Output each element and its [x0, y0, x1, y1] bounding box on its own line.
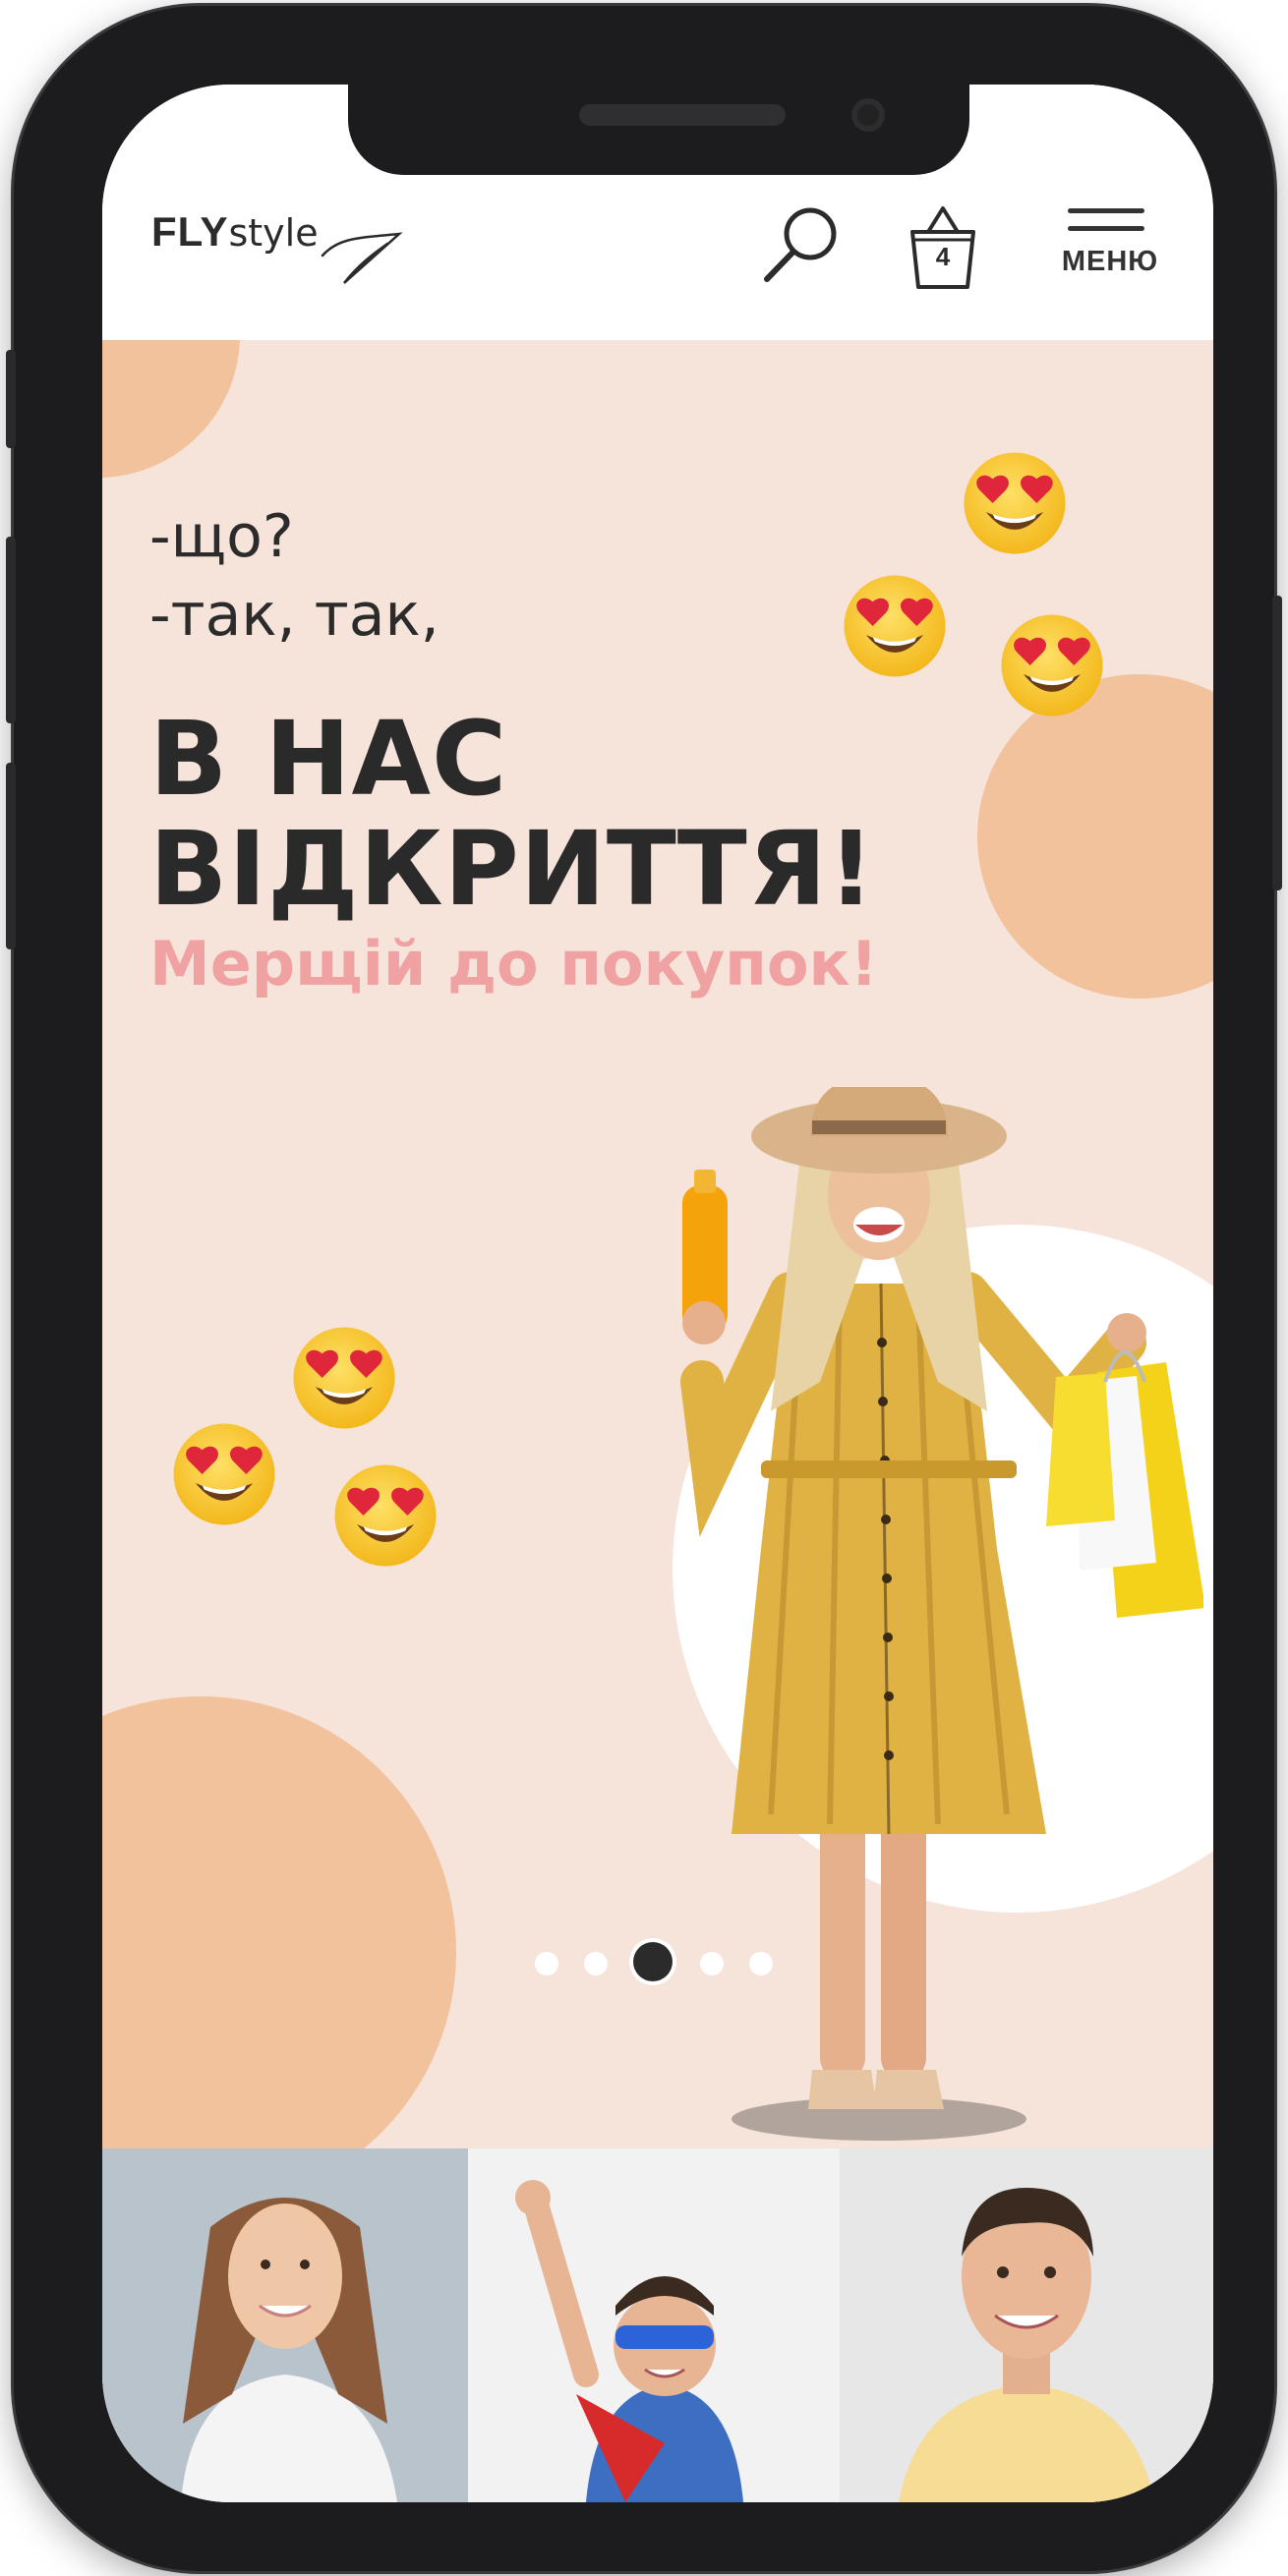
women-category-image [181, 2198, 397, 2502]
heart-eyes-emoji-icon [997, 610, 1107, 720]
menu-label: МЕНЮ [1061, 246, 1159, 277]
logo-light: style [228, 211, 319, 255]
slider-dot-4[interactable] [700, 1952, 724, 1975]
mute-switch [6, 350, 16, 448]
hamburger-icon [1068, 208, 1144, 213]
hero-headline-line-1: В НАС [149, 699, 508, 819]
volume-up-button [6, 537, 16, 723]
heart-eyes-emoji-icon [960, 448, 1070, 558]
heart-eyes-emoji-icon [840, 571, 950, 681]
hero-tagline: Мерщій до покупок! [149, 928, 878, 1000]
hero-headline-line-2: ВІДКРИТТЯ! [149, 809, 876, 929]
flystyle-logo[interactable]: FLYstyle [151, 208, 403, 287]
heart-eyes-emoji-icon [289, 1323, 399, 1433]
hero-banner[interactable]: -що? -так, так, В НАС ВІДКРИТТЯ! Мерщій … [102, 340, 1213, 2148]
men-category-image [899, 2188, 1154, 2502]
kids-category-image [515, 2180, 743, 2502]
phone-screen: FLYstyle 4 МЕНЮ -що? -так, так, В НАС ВІ… [102, 85, 1213, 2502]
category-tile-kids[interactable] [468, 2148, 840, 2502]
hero-line-2: -так, так, [149, 581, 439, 650]
decor-circle-right [977, 674, 1213, 999]
slider-pagination [535, 1942, 773, 1981]
hero-headline: В НАС ВІДКРИТТЯ! [149, 704, 875, 924]
cart-count-badge: 4 [935, 242, 951, 271]
slider-dot-1[interactable] [535, 1952, 558, 1975]
heart-eyes-emoji-icon [330, 1460, 440, 1571]
hamburger-icon-bar [1068, 226, 1144, 231]
slider-dot-5[interactable] [749, 1952, 773, 1975]
search-icon [764, 207, 837, 282]
cart-button[interactable]: 4 [908, 202, 977, 291]
decor-circle-bottom-left [102, 1696, 456, 2148]
logo-bold: FLY [151, 208, 229, 255]
front-camera [851, 98, 885, 132]
phone-frame: FLYstyle 4 МЕНЮ -що? -так, так, В НАС ВІ… [6, 6, 1282, 2571]
hero-line-1: -що? [149, 502, 294, 571]
volume-down-button [6, 763, 16, 949]
power-button [1272, 596, 1282, 890]
slider-dot-3-active[interactable] [633, 1942, 673, 1981]
category-tile-men[interactable] [840, 2148, 1213, 2502]
decor-circle-top-left [102, 340, 240, 478]
hero-model-image [680, 1087, 1203, 2141]
heart-eyes-emoji-icon [169, 1419, 279, 1529]
hanger-swoosh-icon [321, 232, 403, 284]
slider-dot-2[interactable] [584, 1952, 608, 1975]
menu-button[interactable]: МЕНЮ [1051, 204, 1169, 283]
notch [348, 85, 969, 175]
search-button[interactable] [761, 202, 842, 285]
speaker-grille [579, 104, 786, 126]
category-tile-women[interactable] [102, 2148, 468, 2502]
category-tiles [102, 2148, 1213, 2502]
